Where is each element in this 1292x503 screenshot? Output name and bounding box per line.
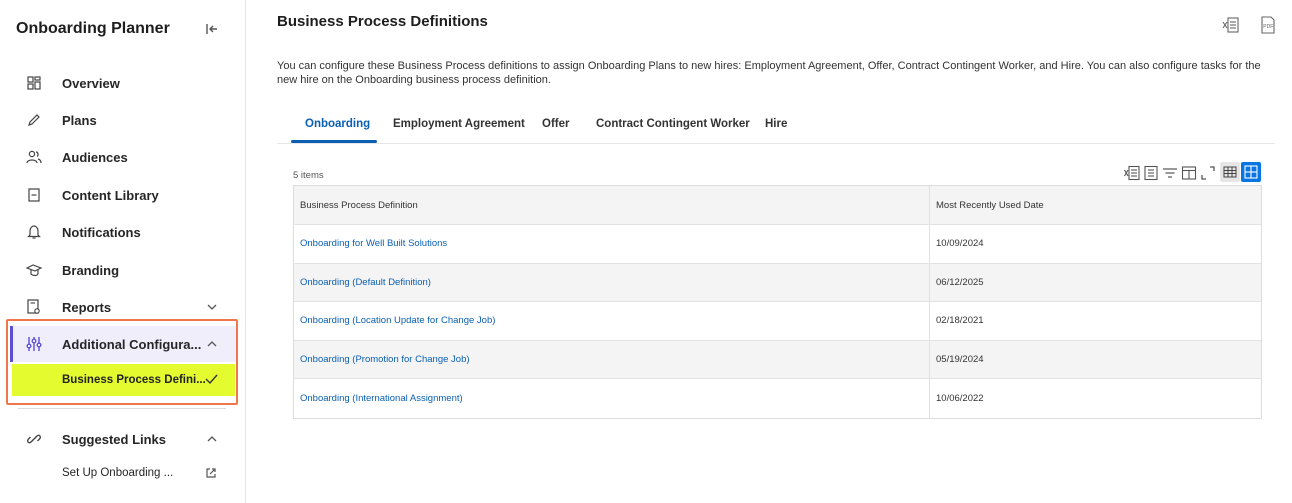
active-tab-indicator: [291, 140, 377, 143]
table-row: Onboarding (Default Definition) 06/12/20…: [294, 263, 1261, 302]
tab-bar: Onboarding Employment Agreement Offer Co…: [277, 112, 1275, 144]
people-icon: [26, 149, 42, 165]
sidebar-subitem-business-process-definitions[interactable]: Business Process Defini...: [12, 364, 235, 396]
pdf-export-icon[interactable]: PDF: [1259, 16, 1277, 34]
page-description: You can configure these Business Process…: [277, 60, 1261, 86]
excel-export-icon[interactable]: [1222, 16, 1240, 34]
sidebar-item-label: Overview: [62, 75, 120, 91]
sidebar-item-notifications[interactable]: Notifications: [10, 214, 236, 250]
sidebar-item-audiences[interactable]: Audiences: [10, 139, 236, 175]
grid-view-button[interactable]: [1220, 162, 1240, 182]
table-header-row: Business Process Definition Most Recentl…: [294, 186, 1261, 225]
suggested-link[interactable]: Set Up Onboarding ...: [62, 467, 173, 479]
pencil-icon: [26, 112, 42, 128]
sidebar-item-label: Notifications: [62, 224, 141, 240]
tab-offer[interactable]: Offer: [542, 112, 569, 144]
table-row: Onboarding (Location Update for Change J…: [294, 302, 1261, 341]
divider: [18, 408, 226, 409]
tab-hire[interactable]: Hire: [765, 112, 787, 144]
definition-link[interactable]: Onboarding for Well Built Solutions: [300, 238, 447, 249]
chevron-up-icon[interactable]: [206, 338, 218, 350]
expand-icon[interactable]: [1200, 165, 1216, 181]
definition-link[interactable]: Onboarding (Promotion for Change Job): [300, 354, 470, 365]
sidebar-title: Onboarding Planner: [16, 20, 170, 37]
sidebar-item-label: Branding: [62, 262, 120, 278]
check-icon: [205, 374, 218, 385]
definition-link[interactable]: Onboarding (Location Update for Change J…: [300, 315, 495, 326]
page-title: Business Process Definitions: [277, 13, 488, 30]
sliders-icon: [26, 336, 42, 352]
bell-icon: [26, 224, 42, 240]
chevron-up-icon[interactable]: [206, 433, 218, 445]
date-cell: 10/09/2024: [936, 238, 984, 250]
worksheet-view-button[interactable]: [1241, 162, 1261, 182]
sidebar-item-reports[interactable]: Reports: [10, 289, 236, 325]
column-header[interactable]: Most Recently Used Date: [936, 200, 1044, 211]
tab-employment-agreement[interactable]: Employment Agreement: [393, 112, 525, 144]
sidebar-item-branding[interactable]: Branding: [10, 252, 236, 288]
date-cell: 10/06/2022: [936, 392, 984, 404]
table-row: Onboarding (International Assignment) 10…: [294, 379, 1261, 418]
sidebar-item-label: Additional Configura...: [62, 336, 202, 352]
table-row: Onboarding (Promotion for Change Job) 05…: [294, 340, 1261, 379]
grid-icon: [1223, 166, 1237, 178]
column-header[interactable]: Business Process Definition: [300, 200, 418, 211]
external-link-icon[interactable]: [205, 467, 217, 479]
document-icon: [26, 187, 42, 203]
svg-text:PDF: PDF: [1263, 24, 1273, 30]
sidebar-item-additional-configuration[interactable]: Additional Configura...: [10, 326, 236, 362]
definition-link[interactable]: Onboarding (International Assignment): [300, 393, 463, 404]
sidebar-item-label: Plans: [62, 112, 97, 128]
columns-icon[interactable]: [1181, 165, 1197, 181]
sidebar-item-label: Audiences: [62, 149, 128, 165]
sidebar-item-suggested-links[interactable]: Suggested Links: [10, 421, 236, 457]
sidebar-item-label: Reports: [62, 299, 112, 315]
dashboard-icon: [26, 75, 42, 91]
collapse-sidebar-icon[interactable]: [204, 21, 220, 37]
definition-link[interactable]: Onboarding (Default Definition): [300, 277, 431, 288]
excel-export-icon[interactable]: [1124, 165, 1140, 181]
date-cell: 02/18/2021: [936, 315, 984, 327]
sidebar-item-overview[interactable]: Overview: [10, 65, 236, 101]
main-content: Business Process Definitions PDF You can…: [247, 0, 1292, 503]
worksheet-icon: [1244, 165, 1258, 179]
sidebar: Onboarding Planner Overview Plans Audien…: [0, 0, 246, 503]
date-cell: 06/12/2025: [936, 276, 984, 288]
table-view-icon[interactable]: [1143, 165, 1159, 181]
filter-icon[interactable]: [1162, 165, 1178, 181]
table-row: Onboarding for Well Built Solutions 10/0…: [294, 225, 1261, 264]
date-cell: 05/19/2024: [936, 353, 984, 365]
chevron-down-icon[interactable]: [206, 301, 218, 313]
tab-contract-contingent-worker[interactable]: Contract Contingent Worker: [596, 112, 750, 144]
sidebar-subitem-label: Business Process Defini...: [62, 374, 206, 386]
item-count: 5 items: [293, 170, 324, 181]
sidebar-item-content-library[interactable]: Content Library: [10, 177, 236, 213]
link-icon: [26, 431, 42, 447]
definitions-table: Business Process Definition Most Recentl…: [293, 185, 1262, 419]
report-icon: [26, 299, 42, 315]
sidebar-item-plans[interactable]: Plans: [10, 102, 236, 138]
branding-icon: [26, 262, 42, 278]
sidebar-item-label: Suggested Links: [62, 431, 167, 447]
sidebar-item-label: Content Library: [62, 187, 159, 203]
